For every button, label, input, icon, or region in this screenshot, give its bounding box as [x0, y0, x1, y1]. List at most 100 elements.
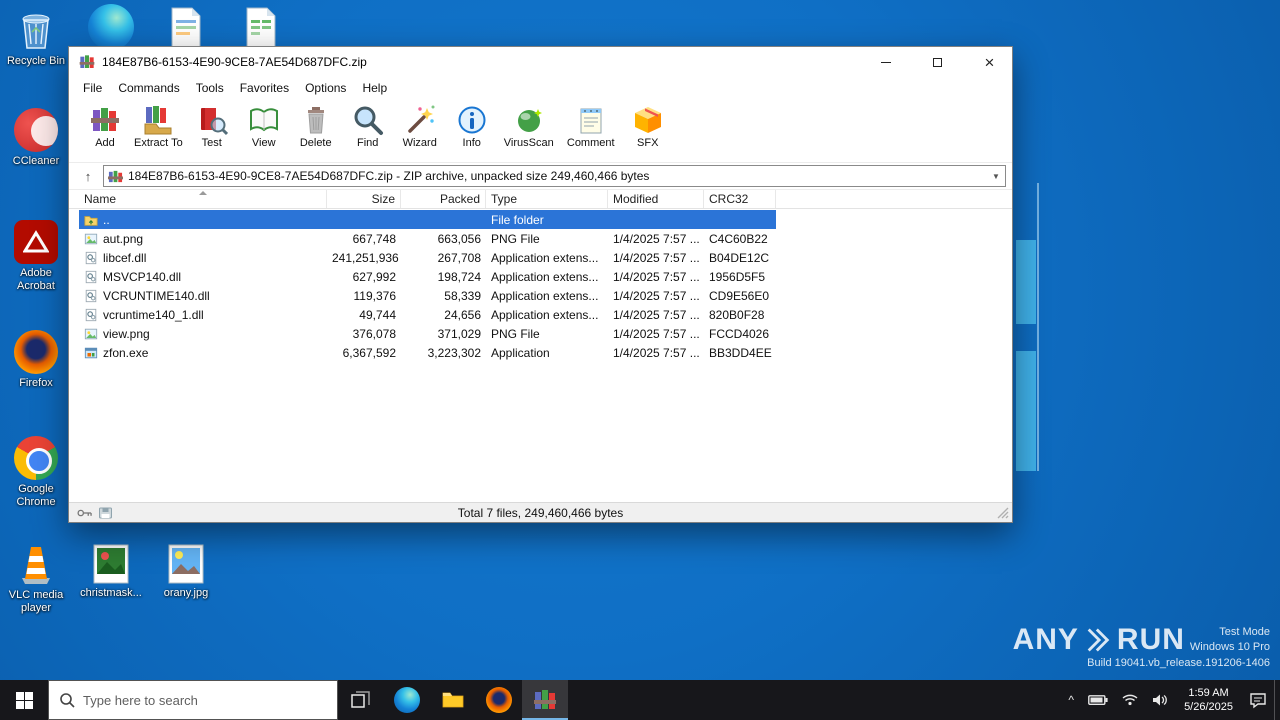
file-row[interactable]: MSVCP140.dll 627,992 198,724 Application…	[79, 267, 776, 286]
file-row[interactable]: aut.png 667,748 663,056 PNG File 1/4/202…	[79, 229, 776, 248]
file-size-cell: 376,078	[352, 326, 396, 341]
winrar-window: 184E87B6-6153-4E90-9CE8-7AE54D687DFC.zip…	[68, 46, 1013, 523]
address-combo[interactable]: 184E87B6-6153-4E90-9CE8-7AE54D687DFC.zip…	[103, 165, 1006, 187]
taskbar-file-explorer-button[interactable]	[430, 680, 476, 720]
desktop-icon-google-chrome[interactable]: Google Chrome	[0, 436, 72, 509]
windows-logo-icon	[15, 691, 33, 709]
desktop-icon-orany[interactable]: orany.jpg	[150, 544, 222, 600]
toolbar-add-button[interactable]: Add	[79, 102, 131, 151]
file-row-parent-dir[interactable]: .. File folder	[79, 210, 776, 229]
wifi-icon	[1122, 694, 1138, 706]
file-size-cell: 119,376	[353, 288, 397, 303]
menu-favorites[interactable]: Favorites	[232, 79, 297, 97]
toolbar-delete-button[interactable]: Delete	[290, 102, 342, 151]
file-row[interactable]: view.png 376,078 371,029 PNG File 1/4/20…	[79, 324, 776, 343]
action-center-icon	[1250, 693, 1266, 709]
file-crc-cell: B04DE12C	[709, 250, 770, 265]
dll-file-icon	[85, 308, 97, 321]
show-desktop-button[interactable]	[1274, 680, 1280, 720]
resize-grip[interactable]	[997, 507, 1009, 519]
maximize-icon	[933, 57, 942, 67]
close-button[interactable]: ×	[967, 47, 1012, 77]
background-window-fragment	[1016, 351, 1036, 471]
drive-icon	[99, 507, 112, 518]
toolbar-view-button[interactable]: View	[238, 102, 290, 151]
desktop-icon-edge[interactable]	[75, 4, 147, 50]
desktop-icon-vlc[interactable]: VLC media player	[0, 542, 72, 615]
view-file-icon	[249, 108, 278, 132]
key-icon	[77, 509, 92, 516]
address-bar: ↑ 184E87B6-6153-4E90-9CE8-7AE54D687DFC.z…	[69, 163, 1012, 189]
menu-file[interactable]: File	[75, 79, 110, 97]
menu-tools[interactable]: Tools	[188, 79, 232, 97]
winrar-app-icon	[79, 55, 95, 68]
desktop: Recycle Bin CCleaner Adobe Acrobat Firef…	[0, 0, 1280, 720]
volume-tray-icon[interactable]	[1145, 680, 1175, 720]
up-one-level-button[interactable]: ↑	[77, 165, 99, 187]
menu-help[interactable]: Help	[354, 79, 395, 97]
desktop-icon-christmask[interactable]: christmask...	[75, 544, 147, 600]
search-input[interactable]	[83, 692, 327, 708]
battery-tray-icon[interactable]	[1081, 680, 1115, 720]
file-row[interactable]: zfon.exe 6,367,592 3,223,302 Application…	[79, 343, 776, 362]
toolbar-sfx-button[interactable]: SFX	[622, 102, 674, 151]
desktop-icon-document-2[interactable]	[225, 6, 297, 50]
taskbar-firefox-button[interactable]	[476, 680, 522, 720]
column-header-packed[interactable]: Packed	[401, 190, 486, 208]
column-header-name[interactable]: Name	[79, 190, 327, 208]
desktop-icon-recycle-bin[interactable]: Recycle Bin	[0, 6, 72, 68]
file-name-cell: vcruntime140_1.dll	[79, 308, 327, 322]
toolbar-find-button[interactable]: Find	[342, 102, 394, 151]
address-dropdown-button[interactable]: ▼	[987, 166, 1005, 186]
file-list: .. File folder aut.png 667,748 663,056 P…	[69, 209, 1012, 502]
taskbar-edge-button[interactable]	[384, 680, 430, 720]
up-arrow-icon: ↑	[84, 168, 92, 184]
start-button[interactable]	[0, 680, 48, 720]
menu-commands[interactable]: Commands	[110, 79, 187, 97]
column-header-modified[interactable]: Modified	[608, 190, 704, 208]
file-row[interactable]: VCRUNTIME140.dll 119,376 58,339 Applicat…	[79, 286, 776, 305]
image-file-icon	[93, 544, 129, 584]
file-packed-cell: 198,724	[437, 269, 481, 284]
task-view-button[interactable]	[338, 680, 384, 720]
file-crc-cell: 820B0F28	[709, 307, 765, 322]
exe-file-icon	[84, 347, 98, 358]
anyrun-brand-right: RUN	[1116, 623, 1185, 656]
desktop-icon-adobe-acrobat[interactable]: Adobe Acrobat	[0, 220, 72, 293]
desktop-icon-document-1[interactable]	[150, 6, 222, 50]
toolbar-comment-button[interactable]: Comment	[560, 102, 622, 151]
taskbar-winrar-button[interactable]	[522, 680, 568, 720]
toolbar-info-button[interactable]: Info	[446, 102, 498, 151]
minimize-button[interactable]	[863, 47, 908, 77]
tray-expand-button[interactable]: ^	[1061, 680, 1081, 720]
file-name-cell: libcef.dll	[79, 251, 327, 265]
taskbar-search[interactable]	[48, 680, 338, 720]
desktop-icon-label: christmask...	[80, 587, 142, 599]
column-header-size[interactable]: Size	[327, 190, 401, 208]
column-header-crc32[interactable]: CRC32	[704, 190, 776, 208]
file-row[interactable]: vcruntime140_1.dll 49,744 24,656 Applica…	[79, 305, 776, 324]
desktop-icon-label: Adobe Acrobat	[17, 267, 55, 292]
toolbar-test-button[interactable]: Test	[186, 102, 238, 151]
network-tray-icon[interactable]	[1115, 680, 1145, 720]
file-modified-cell: 1/4/2025 7:57 ...	[613, 307, 700, 322]
taskbar-clock[interactable]: 1:59 AM 5/26/2025	[1175, 680, 1242, 720]
file-name-cell: view.png	[79, 327, 327, 341]
toolbar-virusscan-button[interactable]: VirusScan	[498, 102, 560, 151]
desktop-icon-firefox[interactable]: Firefox	[0, 330, 72, 390]
action-center-button[interactable]	[1242, 680, 1274, 720]
info-icon	[458, 106, 486, 134]
maximize-button[interactable]	[915, 47, 960, 77]
file-row[interactable]: libcef.dll 241,251,936 267,708 Applicati…	[79, 248, 776, 267]
file-name-cell: MSVCP140.dll	[79, 270, 327, 284]
file-type-cell: Application extens...	[491, 288, 599, 303]
toolbar-wizard-button[interactable]: Wizard	[394, 102, 446, 151]
desktop-icon-ccleaner[interactable]: CCleaner	[0, 108, 72, 168]
column-header-type[interactable]: Type	[486, 190, 608, 208]
menu-options[interactable]: Options	[297, 79, 354, 97]
document-icon	[246, 7, 276, 49]
title-bar[interactable]: 184E87B6-6153-4E90-9CE8-7AE54D687DFC.zip…	[69, 47, 1012, 77]
toolbar-extract-button[interactable]: Extract To	[131, 102, 186, 151]
chevron-down-icon: ▼	[992, 171, 1000, 181]
file-name-cell: ..	[79, 213, 327, 227]
